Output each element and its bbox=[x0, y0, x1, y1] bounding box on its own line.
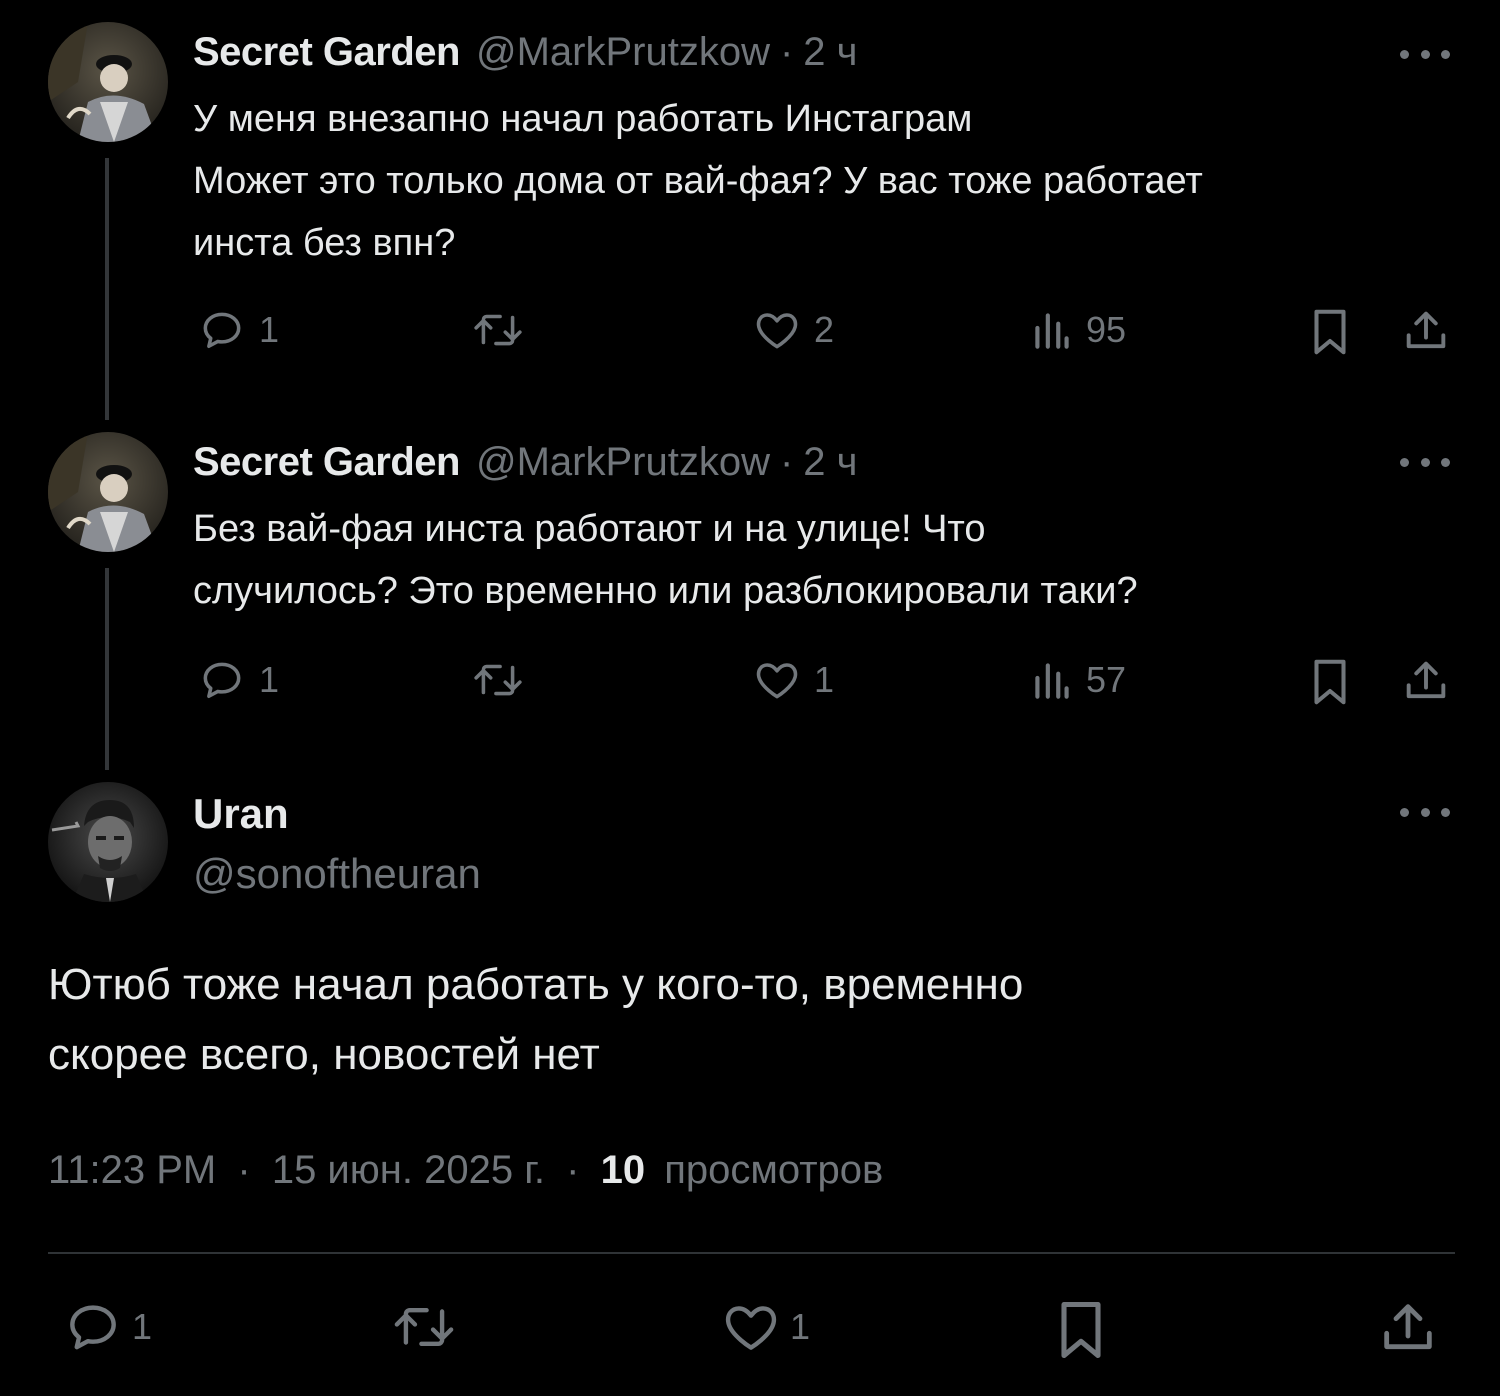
retweet-button[interactable] bbox=[470, 655, 538, 705]
retweet-button[interactable] bbox=[388, 1296, 472, 1358]
bookmark-button[interactable] bbox=[1307, 305, 1353, 359]
tweet[interactable]: Secret Garden @MarkPrutzkow · 2 ч Без ва… bbox=[0, 410, 1500, 770]
retweet-icon bbox=[474, 664, 522, 696]
like-count: 1 bbox=[790, 1306, 811, 1347]
like-count: 1 bbox=[814, 659, 835, 700]
tweet-actions: 1 2 95 bbox=[0, 305, 1500, 365]
views-count: 10 bbox=[600, 1148, 646, 1192]
views-icon bbox=[1035, 313, 1069, 349]
views-icon bbox=[1035, 663, 1069, 699]
avatar[interactable] bbox=[48, 432, 168, 552]
like-button[interactable]: 1 bbox=[718, 1296, 810, 1358]
author-name[interactable]: Uran bbox=[193, 790, 289, 838]
retweet-icon bbox=[474, 314, 522, 346]
share-icon bbox=[1384, 1304, 1432, 1350]
divider bbox=[48, 1252, 1455, 1254]
avatar[interactable] bbox=[48, 22, 168, 142]
reply-button[interactable]: 1 bbox=[197, 305, 279, 355]
reply-icon bbox=[203, 312, 241, 349]
reply-icon bbox=[203, 662, 241, 699]
tweet-actions: 1 1 57 bbox=[0, 655, 1500, 715]
tweet-text: У меня внезапно начал работать Инстаграм… bbox=[193, 98, 1203, 264]
retweet-icon bbox=[394, 1308, 454, 1346]
views-count: 95 bbox=[1086, 309, 1127, 350]
share-button[interactable] bbox=[1400, 655, 1452, 707]
like-button[interactable]: 1 bbox=[752, 655, 834, 705]
heart-icon bbox=[756, 663, 798, 699]
tweet-text: Без вай-фая инста работают и на улице! Ч… bbox=[193, 508, 1138, 612]
separator: · bbox=[779, 30, 794, 74]
more-icon[interactable] bbox=[1400, 44, 1450, 64]
reply-count: 1 bbox=[132, 1306, 153, 1347]
share-icon bbox=[1406, 661, 1446, 699]
reply-icon bbox=[70, 1305, 116, 1350]
views-button[interactable]: 95 bbox=[1030, 305, 1126, 355]
like-button[interactable]: 2 bbox=[752, 305, 834, 355]
tweet-date[interactable]: 15 июн. 2025 г. bbox=[272, 1148, 545, 1192]
bookmark-button[interactable] bbox=[1052, 1296, 1110, 1364]
tweet[interactable]: Secret Garden @MarkPrutzkow · 2 ч У меня… bbox=[0, 0, 1500, 400]
separator: · bbox=[566, 1148, 580, 1192]
share-icon bbox=[1406, 311, 1446, 349]
like-count: 2 bbox=[814, 309, 835, 350]
heart-icon bbox=[756, 313, 798, 349]
bookmark-icon bbox=[1061, 1301, 1101, 1359]
more-icon[interactable] bbox=[1400, 452, 1450, 472]
author-name[interactable]: Secret Garden bbox=[193, 440, 460, 485]
reply-button[interactable]: 1 bbox=[60, 1296, 152, 1358]
more-icon[interactable] bbox=[1400, 802, 1450, 822]
reply-button[interactable]: 1 bbox=[197, 655, 279, 705]
share-button[interactable] bbox=[1400, 305, 1452, 357]
author-handle[interactable]: @sonoftheuran bbox=[193, 850, 481, 898]
views-count: 57 bbox=[1086, 659, 1127, 700]
timestamp[interactable]: 2 ч bbox=[803, 440, 857, 485]
views-button[interactable]: 57 bbox=[1030, 655, 1126, 705]
bookmark-icon bbox=[1314, 309, 1346, 355]
author-handle[interactable]: @MarkPrutzkow bbox=[476, 30, 770, 75]
views-label: просмотров bbox=[664, 1148, 884, 1192]
share-button[interactable] bbox=[1376, 1296, 1440, 1360]
retweet-button[interactable] bbox=[470, 305, 538, 355]
separator: · bbox=[779, 440, 794, 484]
timestamp[interactable]: 2 ч bbox=[803, 30, 857, 75]
tweet-header: Secret Garden @MarkPrutzkow · 2 ч bbox=[193, 440, 857, 485]
author-name[interactable]: Secret Garden bbox=[193, 30, 460, 75]
bookmark-icon bbox=[1314, 659, 1346, 705]
reply-count: 1 bbox=[259, 309, 280, 350]
separator: · bbox=[237, 1148, 251, 1192]
tweet-time[interactable]: 11:23 PM bbox=[48, 1148, 216, 1192]
bookmark-button[interactable] bbox=[1307, 655, 1353, 709]
tweet-thread-page: Secret Garden @MarkPrutzkow · 2 ч У меня… bbox=[0, 0, 1500, 1396]
reply-count: 1 bbox=[259, 659, 280, 700]
author-handle[interactable]: @MarkPrutzkow bbox=[476, 440, 770, 485]
tweet-meta: 11:23 PM · 15 июн. 2025 г. · 10 просмотр… bbox=[48, 1148, 883, 1193]
tweet-header: Secret Garden @MarkPrutzkow · 2 ч bbox=[193, 30, 857, 75]
main-tweet-actions: 1 1 bbox=[0, 1296, 1500, 1359]
main-tweet-text: Ютюб тоже начал работать у кого-то, врем… bbox=[48, 960, 1024, 1079]
avatar[interactable] bbox=[48, 782, 168, 902]
heart-icon bbox=[725, 1306, 777, 1350]
